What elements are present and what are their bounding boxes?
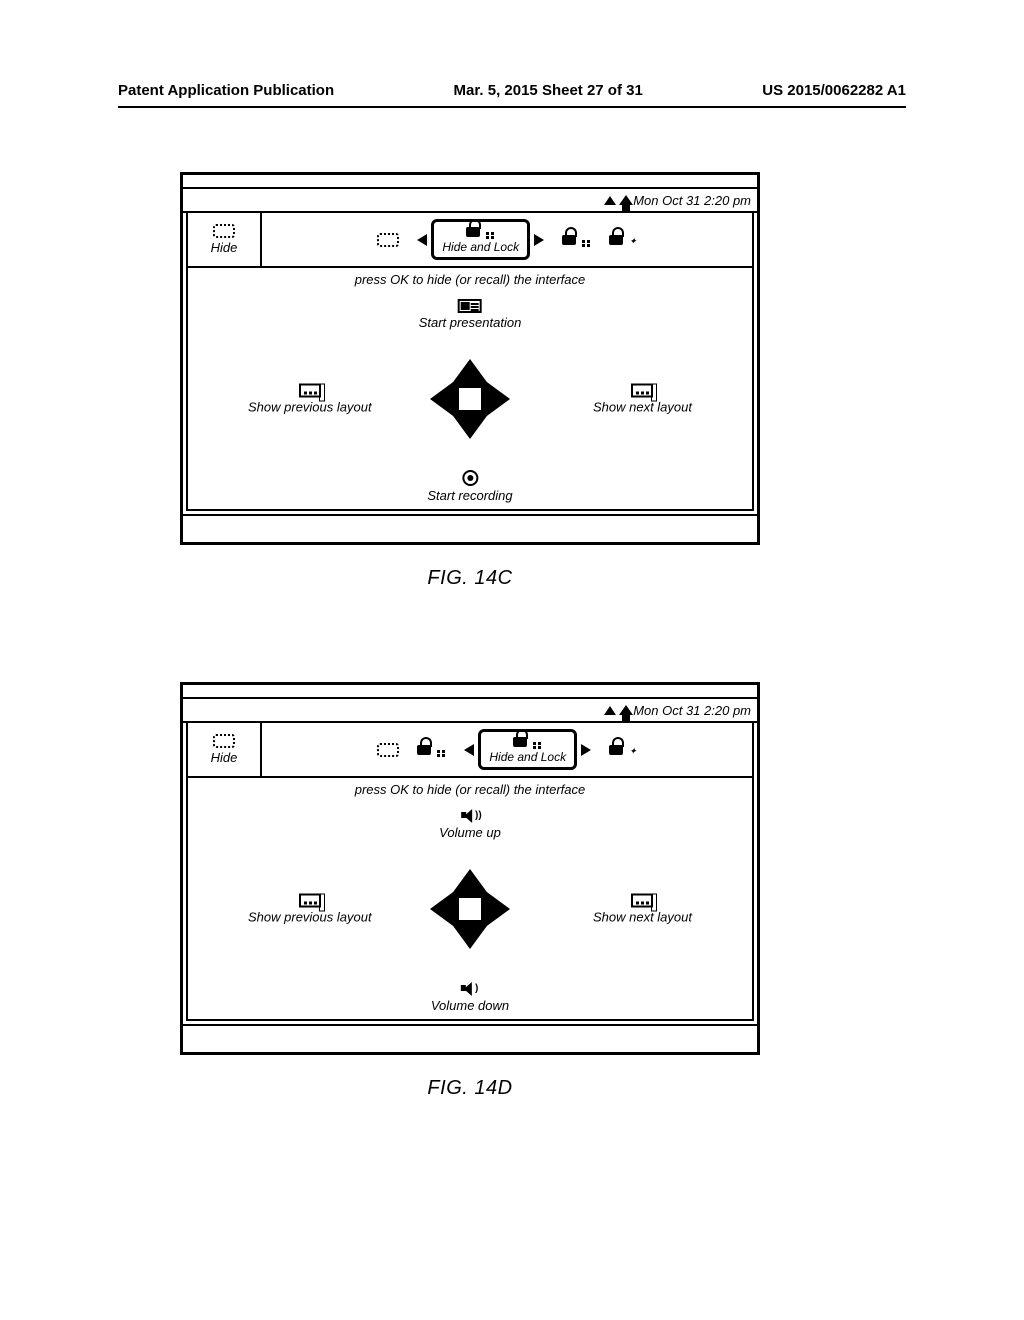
record-icon xyxy=(462,470,478,486)
page-header: Patent Application Publication Mar. 5, 2… xyxy=(118,82,906,99)
option-hide-and-lock[interactable]: Hide and Lock xyxy=(431,219,530,260)
dpad-right-icon[interactable] xyxy=(480,887,510,931)
dpad-area: )) Volume up Show previous layout Show n… xyxy=(188,799,752,1019)
window-outer: Mon Oct 31 2:20 pm Hide xyxy=(180,682,760,1055)
figure-caption: FIG. 14D xyxy=(180,1077,760,1100)
dpad-left-icon[interactable] xyxy=(430,377,460,421)
mode-menu-row: Hide Hide and Lock xyxy=(188,213,752,268)
hint-text: press OK to hide (or recall) the interfa… xyxy=(188,778,752,799)
statusbar: Mon Oct 31 2:20 pm xyxy=(183,189,757,213)
option-monitor[interactable] xyxy=(377,743,399,757)
figure-14c: Mon Oct 31 2:20 pm Hide xyxy=(180,172,760,590)
header-center: Mar. 5, 2015 Sheet 27 of 31 xyxy=(454,82,643,99)
lock-icon: ✦ xyxy=(609,233,637,247)
dpad-right-icon[interactable] xyxy=(480,377,510,421)
mode-menu-row: Hide xyxy=(188,723,752,778)
dpad-left-label[interactable]: Show previous layout xyxy=(248,384,372,415)
option-lock-3[interactable]: ✦ xyxy=(609,743,637,757)
layout-icon xyxy=(299,384,321,398)
dpad-down-label[interactable]: ) Volume down xyxy=(431,982,509,1013)
monitor-icon xyxy=(377,743,399,757)
monitor-icon xyxy=(213,734,235,748)
header-rule xyxy=(118,106,906,108)
hide-label: Hide xyxy=(211,240,238,255)
dpad-left-label[interactable]: Show previous layout xyxy=(248,894,372,925)
dpad-center[interactable] xyxy=(459,388,481,410)
dpad-up-label[interactable]: Start presentation xyxy=(419,299,522,330)
footer-spacer xyxy=(183,1024,757,1052)
clock-text: Mon Oct 31 2:20 pm xyxy=(633,703,751,718)
figure-14d: Mon Oct 31 2:20 pm Hide xyxy=(180,682,760,1100)
up-arrow-icon xyxy=(604,196,616,205)
lock-grid-icon xyxy=(466,225,495,239)
hide-label: Hide xyxy=(211,750,238,765)
figure-caption: FIG. 14C xyxy=(180,567,760,590)
option-selected-wrap: Hide and Lock xyxy=(464,729,591,770)
dpad[interactable] xyxy=(430,869,510,949)
volume-down-icon: ) xyxy=(461,982,479,996)
option-monitor[interactable] xyxy=(377,233,399,247)
home-icon xyxy=(619,195,633,205)
dpad-right-label[interactable]: Show next layout xyxy=(593,894,692,925)
nav-right-icon[interactable] xyxy=(581,744,591,756)
statusbar: Mon Oct 31 2:20 pm xyxy=(183,699,757,723)
header-pubnum: US 2015/0062282 A1 xyxy=(762,82,906,99)
mode-options: Hide and Lock ✦ xyxy=(262,723,752,776)
dpad-right-label[interactable]: Show next layout xyxy=(593,384,692,415)
dpad-center[interactable] xyxy=(459,898,481,920)
layout-icon xyxy=(299,894,321,908)
clock-text: Mon Oct 31 2:20 pm xyxy=(633,193,751,208)
layout-icon xyxy=(631,894,653,908)
monitor-icon xyxy=(377,233,399,247)
inner-panel: Hide Hide and Lock xyxy=(186,213,754,511)
presentation-icon xyxy=(458,299,482,313)
nav-right-icon[interactable] xyxy=(534,234,544,246)
lock-grid-icon xyxy=(513,735,542,749)
titlebar-spacer xyxy=(183,175,757,189)
lock-icon xyxy=(417,743,446,757)
dpad[interactable] xyxy=(430,359,510,439)
dpad-up-label[interactable]: )) Volume up xyxy=(439,809,501,840)
hide-option[interactable]: Hide xyxy=(188,723,262,776)
mode-options: Hide and Lock ✦ xyxy=(262,213,752,266)
monitor-icon xyxy=(213,224,235,238)
home-indicator xyxy=(604,705,633,715)
titlebar-spacer xyxy=(183,685,757,699)
up-arrow-icon xyxy=(604,706,616,715)
home-indicator xyxy=(604,195,633,205)
option-hide-and-lock[interactable]: Hide and Lock xyxy=(478,729,577,770)
option-lock-2[interactable] xyxy=(562,233,591,247)
lock-icon xyxy=(562,233,591,247)
nav-left-icon[interactable] xyxy=(417,234,427,246)
nav-left-icon[interactable] xyxy=(464,744,474,756)
hint-text: press OK to hide (or recall) the interfa… xyxy=(188,268,752,289)
dpad-down-label[interactable]: Start recording xyxy=(427,470,512,503)
header-left: Patent Application Publication xyxy=(118,82,334,99)
selected-label: Hide and Lock xyxy=(489,750,566,764)
window-outer: Mon Oct 31 2:20 pm Hide xyxy=(180,172,760,545)
volume-up-icon: )) xyxy=(461,809,479,823)
layout-icon xyxy=(631,384,653,398)
option-selected-wrap: Hide and Lock xyxy=(417,219,544,260)
hide-option[interactable]: Hide xyxy=(188,213,262,266)
inner-panel: Hide xyxy=(186,723,754,1021)
lock-icon: ✦ xyxy=(609,743,637,757)
selected-label: Hide and Lock xyxy=(442,240,519,254)
option-lock-1[interactable] xyxy=(417,743,446,757)
dpad-area: Start presentation Show previous layout … xyxy=(188,289,752,509)
home-icon xyxy=(619,705,633,715)
footer-spacer xyxy=(183,514,757,542)
option-lock-3[interactable]: ✦ xyxy=(609,233,637,247)
dpad-left-icon[interactable] xyxy=(430,887,460,931)
